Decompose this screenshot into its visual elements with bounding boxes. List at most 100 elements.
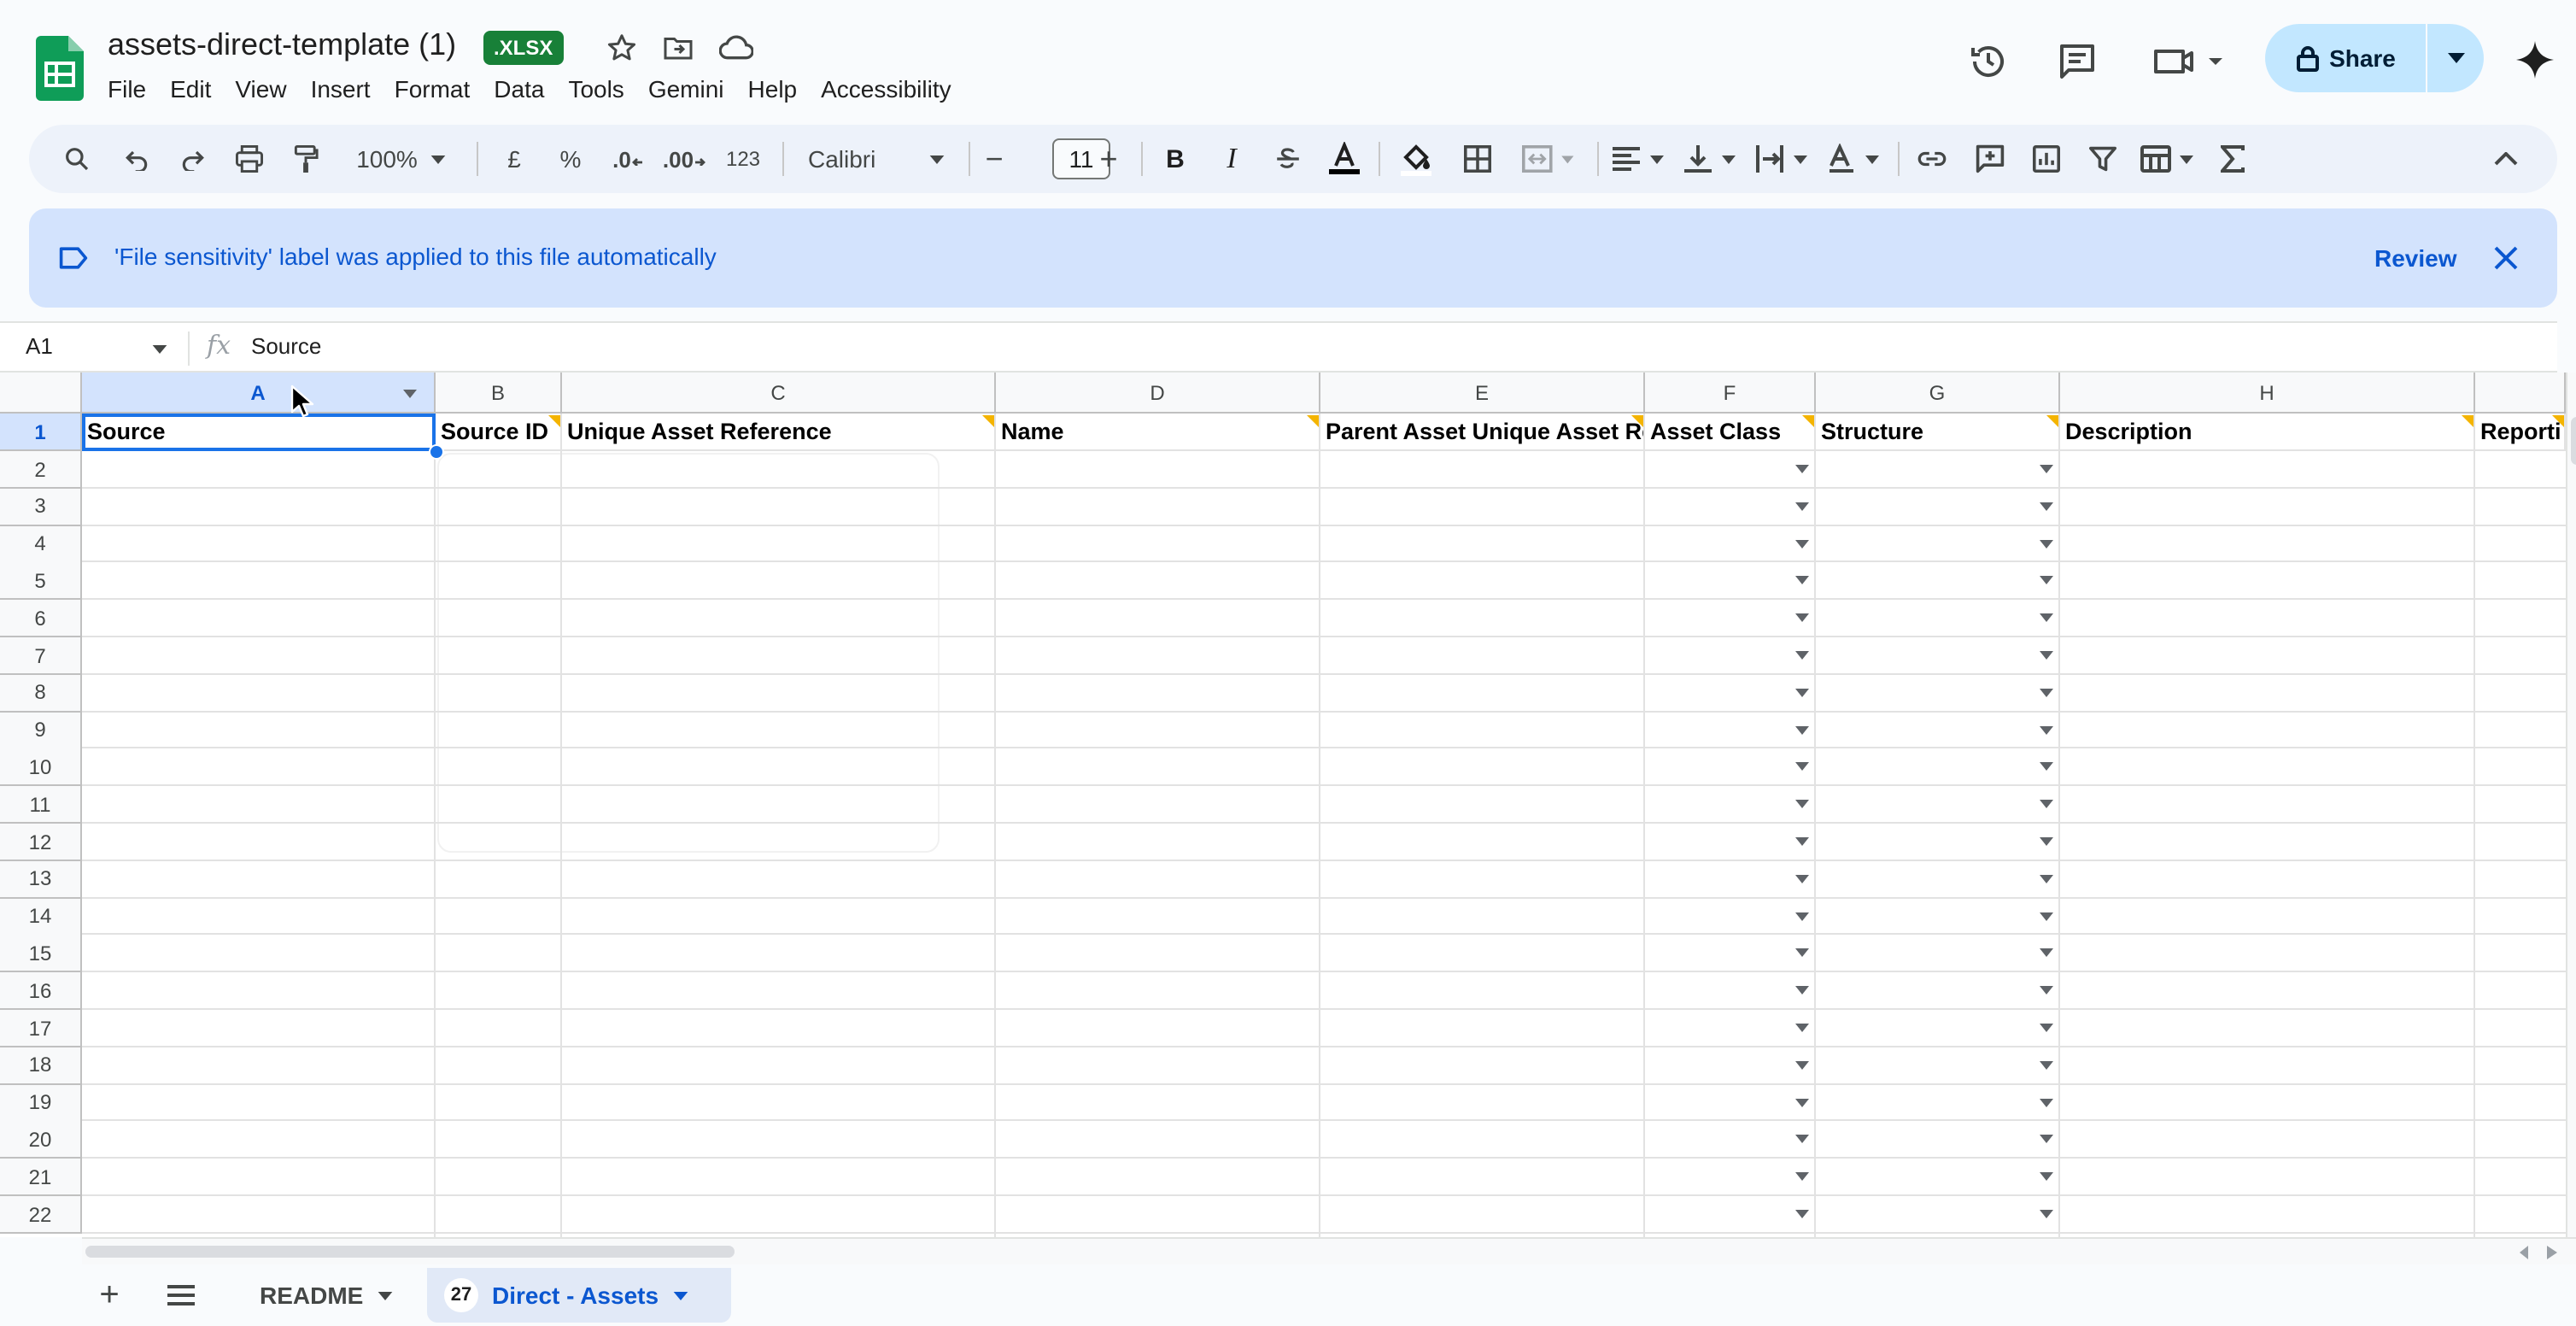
font-family-dropdown[interactable]: Calibri (801, 125, 951, 193)
data-validation-dropdown-icon[interactable] (2040, 613, 2053, 623)
data-validation-dropdown-icon[interactable] (2040, 502, 2053, 511)
insert-comment-icon[interactable] (1970, 125, 2011, 193)
paint-format-icon[interactable] (282, 125, 330, 193)
move-folder-icon[interactable] (661, 31, 695, 65)
menu-edit[interactable]: Edit (158, 70, 223, 108)
data-validation-dropdown-icon[interactable] (1795, 1135, 1809, 1144)
spreadsheet-grid[interactable]: A B C D E F G H Source Source ID Unique Asset Refe… (0, 373, 2566, 1237)
text-wrapping-icon[interactable] (1751, 125, 1812, 193)
data-validation-dropdown-icon[interactable] (1795, 986, 1809, 995)
data-validation-dropdown-icon[interactable] (1795, 651, 1809, 660)
data-validation-dropdown-icon[interactable] (2040, 688, 2053, 697)
decrease-font-size-button[interactable]: − (977, 125, 1011, 193)
row-header[interactable]: 3 (0, 488, 82, 526)
cloud-saved-icon[interactable] (717, 31, 755, 65)
name-box[interactable]: A1 (26, 333, 53, 359)
row-header[interactable]: 22 (0, 1196, 82, 1234)
menu-tools[interactable]: Tools (556, 70, 635, 108)
row-header[interactable]: 17 (0, 1010, 82, 1047)
data-validation-dropdown-icon[interactable] (1795, 762, 1809, 772)
header-cell-c[interactable]: Unique Asset Reference (562, 414, 996, 451)
row-header[interactable]: 20 (0, 1121, 82, 1159)
data-validation-dropdown-icon[interactable] (2040, 465, 2053, 473)
header-cell-g[interactable]: Structure (1816, 414, 2060, 451)
row-header[interactable]: 16 (0, 972, 82, 1011)
comments-icon[interactable] (2053, 38, 2101, 85)
row-header[interactable]: 21 (0, 1159, 82, 1197)
data-validation-dropdown-icon[interactable] (2040, 576, 2053, 585)
decrease-decimal-button[interactable]: .0 (606, 125, 651, 193)
row-header[interactable]: 13 (0, 860, 82, 899)
insert-chart-icon[interactable] (2026, 125, 2067, 193)
increase-font-size-button[interactable]: + (1092, 125, 1126, 193)
data-validation-dropdown-icon[interactable] (2040, 1098, 2053, 1107)
data-validation-dropdown-icon[interactable] (2040, 1024, 2053, 1032)
data-validation-dropdown-icon[interactable] (2040, 986, 2053, 995)
data-validation-dropdown-icon[interactable] (1795, 837, 1809, 846)
data-validation-dropdown-icon[interactable] (1795, 948, 1809, 958)
print-icon[interactable] (225, 125, 273, 193)
column-header-b[interactable]: B (436, 373, 562, 414)
fill-color-icon[interactable] (1396, 125, 1437, 193)
data-validation-dropdown-icon[interactable] (1795, 1098, 1809, 1107)
column-header-g[interactable]: G (1816, 373, 2060, 414)
data-validation-dropdown-icon[interactable] (2040, 1060, 2053, 1070)
row-header[interactable]: 14 (0, 898, 82, 936)
menu-data[interactable]: Data (482, 70, 556, 108)
data-validation-dropdown-icon[interactable] (1795, 465, 1809, 473)
filter-views-icon[interactable] (2137, 125, 2198, 193)
fill-handle[interactable] (429, 444, 444, 460)
column-header-h[interactable]: H (2060, 373, 2475, 414)
header-cell-h[interactable]: Description (2060, 414, 2475, 451)
sheet-tab-readme[interactable]: README (243, 1268, 409, 1323)
row-header[interactable]: 4 (0, 525, 82, 564)
data-validation-dropdown-icon[interactable] (2040, 1135, 2053, 1144)
column-a-menu-icon[interactable] (403, 390, 417, 398)
data-validation-dropdown-icon[interactable] (1795, 874, 1809, 883)
menu-file[interactable]: File (96, 70, 158, 108)
header-cell-d[interactable]: Name (996, 414, 1320, 451)
format-percent-button[interactable]: % (550, 125, 591, 193)
row-header[interactable]: 19 (0, 1084, 82, 1123)
collapse-toolbar-icon[interactable] (2485, 125, 2526, 193)
data-validation-dropdown-icon[interactable] (1795, 1024, 1809, 1032)
row-header[interactable]: 15 (0, 935, 82, 973)
row-header[interactable]: 5 (0, 562, 82, 601)
gemini-sparkle-icon[interactable] (2511, 34, 2559, 85)
sheet-tab-direct-assets[interactable]: 27 Direct - Assets (427, 1268, 731, 1323)
select-all-corner[interactable] (0, 373, 82, 414)
data-validation-dropdown-icon[interactable] (1795, 613, 1809, 623)
data-validation-dropdown-icon[interactable] (1795, 1060, 1809, 1070)
data-validation-dropdown-icon[interactable] (2040, 948, 2053, 958)
row-header[interactable]: 10 (0, 748, 82, 787)
version-history-icon[interactable] (1964, 38, 2012, 85)
row-header[interactable]: 2 (0, 451, 82, 489)
vertical-scrollbar[interactable] (2566, 373, 2576, 1237)
horizontal-scrollbar[interactable] (82, 1237, 2576, 1264)
data-validation-dropdown-icon[interactable] (2040, 874, 2053, 883)
italic-button[interactable]: I (1211, 125, 1252, 193)
text-color-icon[interactable] (1324, 125, 1365, 193)
vertical-align-icon[interactable] (1679, 125, 1741, 193)
data-validation-dropdown-icon[interactable] (2040, 725, 2053, 735)
row-header[interactable]: 6 (0, 600, 82, 638)
bold-button[interactable]: B (1155, 125, 1196, 193)
row-header[interactable]: 18 (0, 1047, 82, 1085)
review-button[interactable]: Review (2344, 229, 2488, 287)
header-cell-f[interactable]: Asset Class (1645, 414, 1816, 451)
undo-icon[interactable] (113, 125, 161, 193)
row-header[interactable]: 8 (0, 674, 82, 713)
data-validation-dropdown-icon[interactable] (1795, 502, 1809, 511)
menu-gemini[interactable]: Gemini (636, 70, 736, 108)
redo-icon[interactable] (169, 125, 217, 193)
data-validation-dropdown-icon[interactable] (2040, 912, 2053, 921)
column-header-i[interactable] (2475, 373, 2566, 414)
data-validation-dropdown-icon[interactable] (1795, 725, 1809, 735)
menu-format[interactable]: Format (383, 70, 483, 108)
horizontal-scroll-thumb[interactable] (85, 1246, 735, 1258)
data-validation-dropdown-icon[interactable] (2040, 539, 2053, 549)
column-header-a[interactable]: A (82, 373, 436, 414)
vertical-scroll-thumb[interactable] (2571, 417, 2576, 465)
column-header-e[interactable]: E (1320, 373, 1645, 414)
header-cell-e[interactable]: Parent Asset Unique Asset Ref (1320, 414, 1645, 451)
